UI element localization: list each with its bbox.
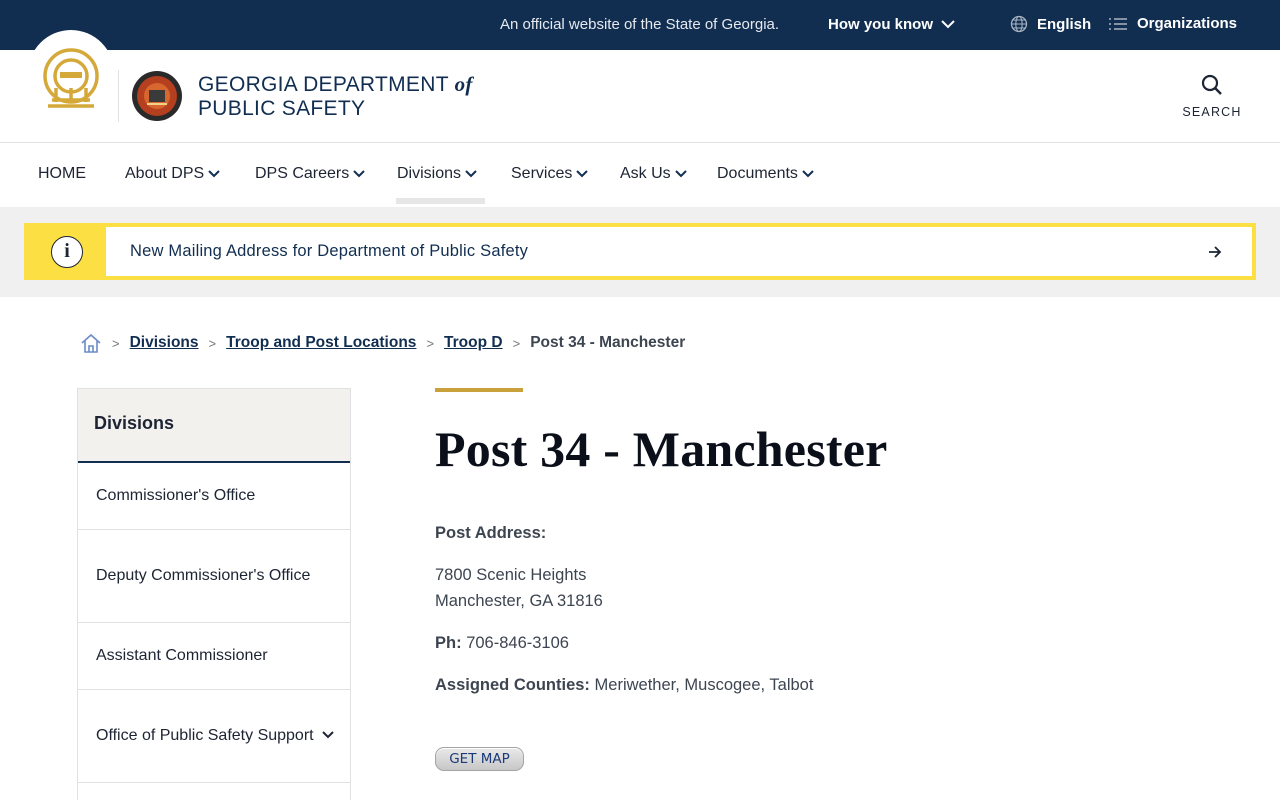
sidenav-item-deputy-commissioners-office[interactable]: Deputy Commissioner's Office — [78, 530, 350, 623]
alert-region: i New Mailing Address for Department of … — [0, 207, 1280, 297]
nav-divisions-label: Divisions — [397, 165, 462, 182]
chevron-down-icon — [353, 170, 365, 178]
breadcrumb-divisions[interactable]: Divisions — [130, 334, 199, 352]
breadcrumb: > Divisions > Troop and Post Locations >… — [80, 332, 685, 354]
globe-icon — [1010, 15, 1028, 33]
dps-badge-logo[interactable] — [131, 70, 183, 122]
chevron-down-icon — [674, 170, 687, 178]
breadcrumb-separator: > — [208, 335, 217, 351]
chevron-down-icon — [941, 20, 955, 29]
agency-name-line2: PUBLIC SAFETY — [198, 97, 366, 120]
get-map-button[interactable]: GET MAP — [435, 747, 524, 771]
alert-banner[interactable]: i New Mailing Address for Department of … — [24, 223, 1256, 280]
search-icon — [1201, 74, 1222, 95]
nav-documents[interactable]: Documents — [717, 165, 814, 183]
home-icon[interactable] — [80, 332, 102, 354]
sidenav-heading: Divisions — [78, 389, 350, 463]
organizations-label: Organizations — [1137, 15, 1238, 32]
nav-ask-us[interactable]: Ask Us — [620, 165, 687, 183]
title-accent-line — [435, 388, 523, 392]
sidenav-item-assistant-commissioner[interactable]: Assistant Commissioner — [78, 623, 350, 690]
how-you-know-toggle[interactable]: How you know — [828, 16, 955, 33]
site-header: GEORGIA DEPARTMENT of PUBLIC SAFETY SEAR… — [0, 30, 1280, 143]
alert-message: New Mailing Address for Department of Pu… — [130, 242, 529, 260]
arrow-right-icon — [1209, 246, 1222, 258]
info-icon: i — [51, 235, 83, 268]
breadcrumb-troop-d[interactable]: Troop D — [444, 334, 503, 352]
georgia-seal-logo[interactable] — [38, 42, 104, 114]
nav-home-label: HOME — [38, 165, 86, 182]
nav-about-dps-label: About DPS — [125, 165, 205, 182]
chevron-down-icon — [208, 170, 220, 178]
address-line1: 7800 Scenic Heights — [435, 566, 587, 584]
search-label: SEARCH — [1182, 105, 1242, 119]
nav-services[interactable]: Services — [511, 165, 589, 183]
address-line2: Manchester, GA 31816 — [435, 592, 603, 610]
sidenav-item-commissioners-office[interactable]: Commissioner's Office — [78, 463, 350, 530]
nav-documents-label: Documents — [717, 165, 798, 182]
assigned-counties: Meriwether, Muscogee, Talbot — [594, 676, 814, 694]
breadcrumb-troop-post-locations[interactable]: Troop and Post Locations — [226, 334, 416, 352]
sidenav-item-label: Deputy Commissioner's Office — [96, 567, 311, 584]
nav-home[interactable]: HOME — [38, 165, 86, 183]
page-title: Post 34 - Manchester — [435, 421, 888, 477]
post-address-label: Post Address: — [435, 524, 547, 542]
phone-number: 706-846-3106 — [466, 634, 569, 652]
agency-name[interactable]: GEORGIA DEPARTMENT of PUBLIC SAFETY — [198, 72, 473, 121]
header-divider — [118, 70, 119, 122]
chevron-down-icon — [576, 170, 589, 178]
chevron-down-icon[interactable] — [322, 731, 334, 739]
alert-icon-box: i — [28, 227, 106, 276]
breadcrumb-separator: > — [112, 335, 120, 351]
nav-divisions[interactable]: Divisions — [397, 165, 477, 183]
how-you-know-label: How you know — [828, 16, 933, 33]
nav-active-indicator — [396, 198, 485, 204]
list-icon — [1109, 17, 1127, 30]
nav-services-label: Services — [511, 165, 573, 182]
sidenav-item-office-public-safety-support[interactable]: Office of Public Safety Support — [78, 690, 350, 783]
organizations-link[interactable]: Organizations — [1108, 15, 1237, 32]
sidenav-item-label: Office of Public Safety Support — [96, 727, 314, 744]
nav-dps-careers[interactable]: DPS Careers — [255, 165, 365, 183]
phone-label: Ph: — [435, 634, 462, 652]
chevron-down-icon — [802, 170, 814, 178]
breadcrumb-separator: > — [426, 335, 435, 351]
official-site-text: An official website of the State of Geor… — [500, 16, 780, 33]
nav-about-dps[interactable]: About DPS — [125, 165, 220, 183]
search-button[interactable]: SEARCH — [1180, 74, 1244, 119]
assigned-counties-label: Assigned Counties: — [435, 676, 590, 694]
official-banner: An official website of the State of Geor… — [0, 0, 1280, 50]
agency-name-of: of — [454, 72, 473, 96]
breadcrumb-separator: > — [512, 335, 521, 351]
nav-ask-us-label: Ask Us — [620, 165, 671, 182]
side-navigation: Divisions Commissioner's Office Deputy C… — [77, 388, 351, 800]
sidenav-item-label: Commissioner's Office — [96, 487, 256, 504]
post-details: Post Address: 7800 Scenic Heights Manche… — [435, 520, 813, 714]
main-navigation: HOME About DPS DPS Careers Divisions Ser… — [0, 143, 1280, 207]
chevron-down-icon — [465, 170, 477, 178]
breadcrumb-current: Post 34 - Manchester — [530, 334, 686, 351]
sidenav-item-label: Assistant Commissioner — [96, 647, 268, 664]
language-selector[interactable]: English — [1010, 15, 1091, 33]
language-label: English — [1037, 15, 1092, 33]
agency-name-line1: GEORGIA DEPARTMENT — [198, 73, 449, 96]
nav-dps-careers-label: DPS Careers — [255, 165, 350, 182]
